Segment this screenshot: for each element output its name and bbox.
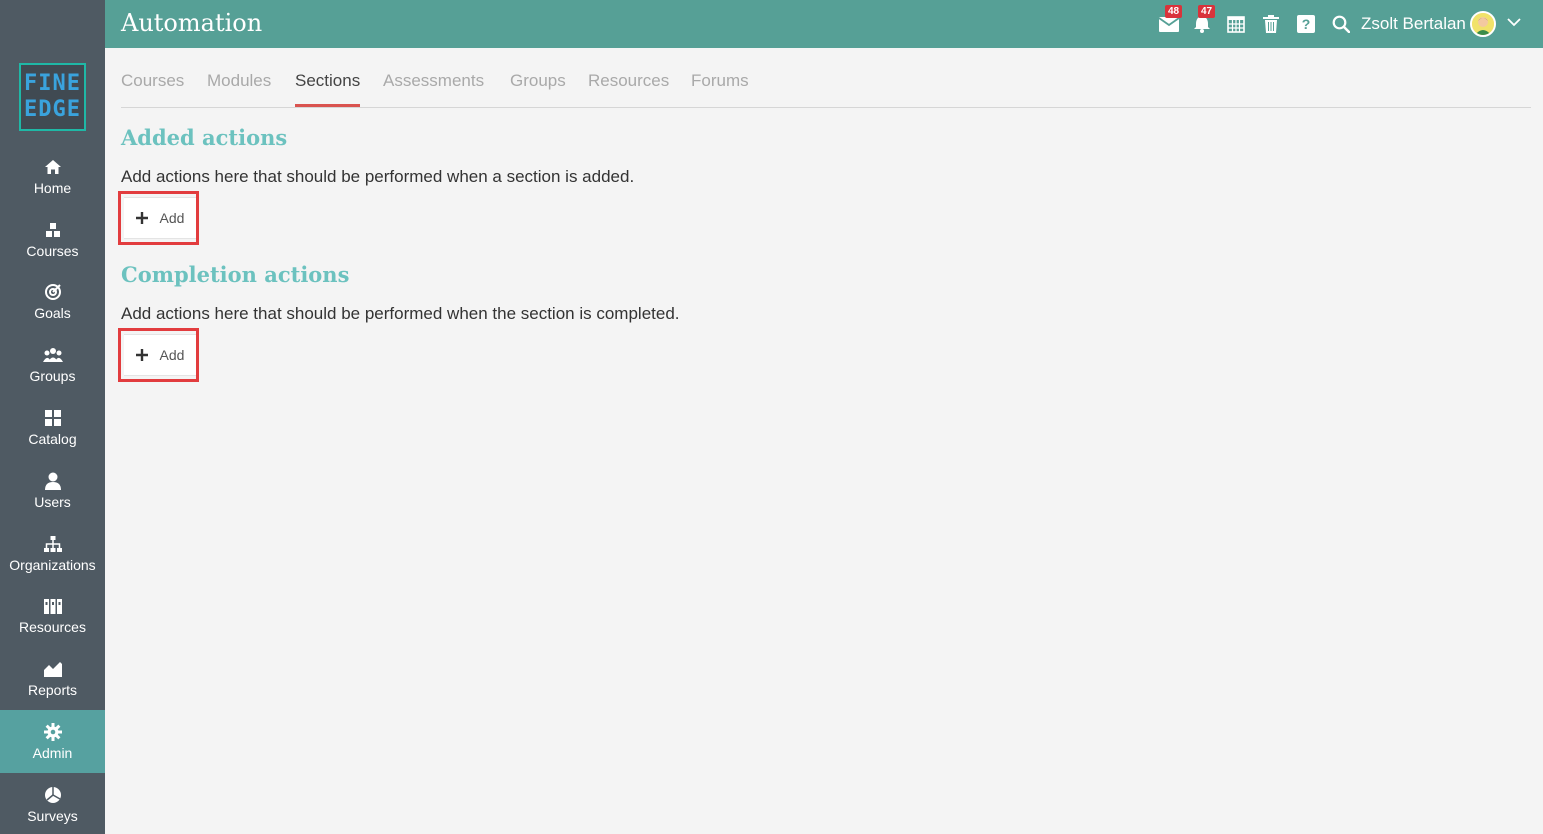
calendar-icon — [1227, 16, 1245, 33]
sidebar-item-groups[interactable]: Groups — [0, 333, 105, 396]
sidebar-item-label: Groups — [29, 368, 76, 385]
sidebar-item-admin[interactable]: Admin — [0, 710, 105, 773]
sidebar-item-label: Surveys — [27, 807, 78, 824]
user-icon — [44, 471, 61, 491]
logo-line-2: EDGE — [24, 97, 81, 122]
user-name[interactable]: Zsolt Bertalan — [1361, 13, 1466, 35]
groups-icon — [42, 345, 63, 365]
chevron-down-icon — [1507, 18, 1521, 27]
help-icon: ? — [1297, 15, 1315, 33]
plus-icon — [135, 212, 148, 224]
gear-icon — [43, 722, 62, 742]
logo-area: FINE EDGE — [0, 0, 105, 145]
courses-icon — [44, 220, 62, 240]
logo[interactable]: FINE EDGE — [19, 63, 86, 131]
avatar-icon — [1472, 13, 1494, 35]
completion-actions-add-button[interactable]: Add — [124, 334, 196, 376]
sidebar-item-catalog[interactable]: Catalog — [0, 396, 105, 459]
tab-groups[interactable]: Groups — [510, 70, 566, 104]
books-icon — [43, 596, 62, 616]
logo-line-1: FINE — [24, 71, 81, 96]
sidebar-item-goals[interactable]: Goals — [0, 271, 105, 334]
added-actions-title: Added actions — [121, 125, 288, 150]
pie-icon — [44, 785, 62, 805]
home-icon — [44, 157, 62, 177]
sidebar-item-label: Resources — [19, 619, 86, 636]
sidebar-item-surveys[interactable]: Surveys — [0, 773, 105, 834]
add-button-label: Add — [159, 347, 185, 363]
plus-icon — [135, 349, 148, 361]
messages-badge: 48 — [1165, 5, 1183, 18]
sidebar-item-home[interactable]: Home — [0, 145, 105, 208]
tab-courses[interactable]: Courses — [121, 70, 184, 104]
sidebar-item-organizations[interactable]: Organizations — [0, 522, 105, 585]
sidebar-item-label: Courses — [26, 242, 79, 259]
added-actions-description: Add actions here that should be performe… — [121, 167, 635, 186]
notifications-badge: 47 — [1198, 5, 1216, 18]
grid-icon — [44, 408, 61, 428]
sidebar-item-courses[interactable]: Courses — [0, 208, 105, 271]
calendar-button[interactable] — [1224, 12, 1248, 36]
sidebar-item-label: Reports — [27, 682, 78, 699]
messages-button[interactable]: 48 — [1157, 5, 1183, 36]
sidebar: FINE EDGE Home Courses Goals Groups Cata… — [0, 0, 105, 834]
search-button[interactable] — [1329, 12, 1353, 36]
sidebar-item-label: Users — [34, 493, 71, 510]
sidebar-item-label: Goals — [34, 305, 71, 322]
sidebar-item-resources[interactable]: Resources — [0, 585, 105, 648]
sidebar-item-label: Organizations — [9, 556, 96, 573]
sidebar-item-label: Catalog — [28, 431, 77, 448]
completion-actions-description: Add actions here that should be performe… — [121, 304, 680, 323]
page-title: Automation — [121, 9, 263, 37]
trash-button[interactable] — [1259, 12, 1283, 36]
target-icon — [44, 282, 62, 302]
sidebar-item-label: Admin — [32, 745, 73, 762]
tab-forums[interactable]: Forums — [691, 70, 749, 104]
svg-text:?: ? — [1302, 16, 1311, 32]
tab-bar: Courses Modules Sections Assessments Gro… — [121, 56, 1531, 108]
tab-sections[interactable]: Sections — [295, 70, 361, 107]
sidebar-item-reports[interactable]: Reports — [0, 647, 105, 710]
trash-icon — [1263, 15, 1279, 33]
tab-assessments[interactable]: Assessments — [383, 70, 484, 104]
user-menu-toggle[interactable] — [1507, 15, 1521, 34]
tab-resources[interactable]: Resources — [588, 70, 669, 104]
top-header: Automation 48 47 ? Zsolt Bertalan — [105, 0, 1543, 48]
tab-modules[interactable]: Modules — [207, 70, 271, 104]
completion-actions-highlight: Add — [118, 328, 199, 382]
completion-actions-title: Completion actions — [121, 262, 350, 287]
added-actions-add-button[interactable]: Add — [124, 197, 196, 239]
chart-icon — [43, 659, 62, 679]
add-button-label: Add — [159, 210, 185, 226]
envelope-icon — [1159, 17, 1179, 32]
avatar[interactable] — [1470, 11, 1496, 37]
notifications-button[interactable]: 47 — [1190, 5, 1216, 36]
help-button[interactable]: ? — [1294, 12, 1318, 36]
sidebar-nav: Home Courses Goals Groups Catalog Users … — [0, 145, 105, 834]
sidebar-item-users[interactable]: Users — [0, 459, 105, 522]
org-chart-icon — [43, 534, 62, 554]
added-actions-highlight: Add — [118, 191, 199, 245]
sidebar-item-label: Home — [33, 179, 72, 196]
search-icon — [1332, 15, 1350, 33]
